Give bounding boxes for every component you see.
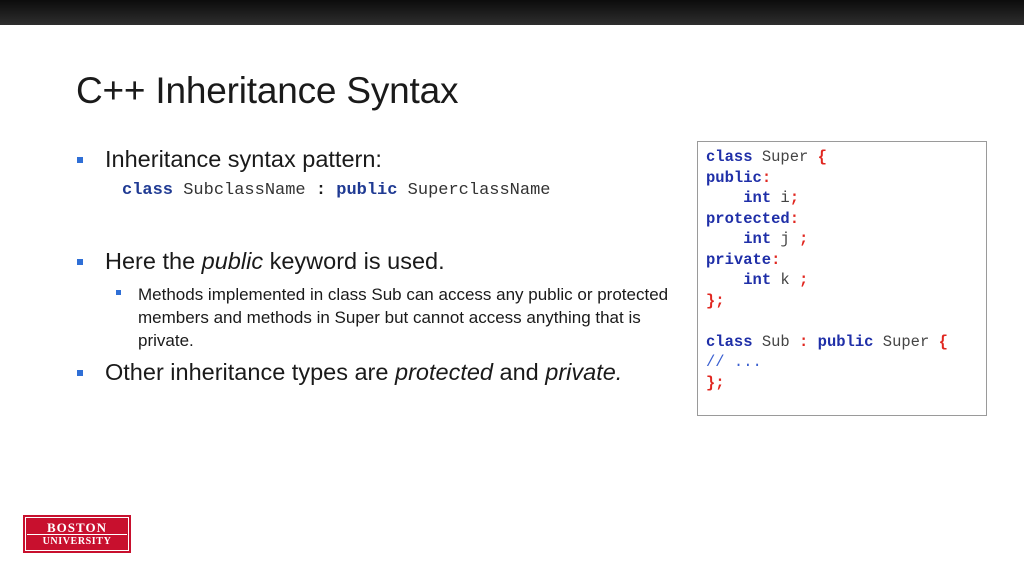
syntax-colon: : [315, 181, 327, 200]
code-block: class Super { public: int i; protected: … [706, 148, 948, 392]
bullet-marker [77, 259, 83, 265]
logo-text-line2: UNIVERSITY [42, 536, 112, 547]
syntax-identifier: SuperclassName [397, 181, 551, 200]
syntax-pattern: class SubclassName : public SuperclassNa… [122, 181, 551, 200]
bullet-marker [77, 157, 83, 163]
page-title: C++ Inheritance Syntax [76, 70, 459, 111]
bullet-marker [77, 370, 83, 376]
code-example-box: class Super { public: int i; protected: … [697, 141, 987, 416]
boston-university-logo: BOSTON UNIVERSITY [23, 515, 131, 553]
bullet-text: Here the public keyword is used. [105, 248, 445, 274]
bullet-text: Inheritance syntax pattern: [105, 146, 382, 172]
syntax-identifier: SubclassName [173, 181, 316, 200]
syntax-keyword: public [326, 181, 398, 200]
sub-bullet-text: Methods implemented in class Sub can acc… [138, 285, 669, 350]
emphasis-text: public [201, 248, 264, 274]
top-bar [0, 0, 1024, 25]
bullet-text: Other inheritance types are protected an… [105, 359, 623, 385]
emphasis-text: private. [545, 359, 623, 385]
sub-bullet-marker [116, 290, 121, 295]
syntax-keyword: class [122, 181, 174, 200]
logo-divider [27, 534, 127, 535]
emphasis-text: protected [395, 359, 493, 385]
